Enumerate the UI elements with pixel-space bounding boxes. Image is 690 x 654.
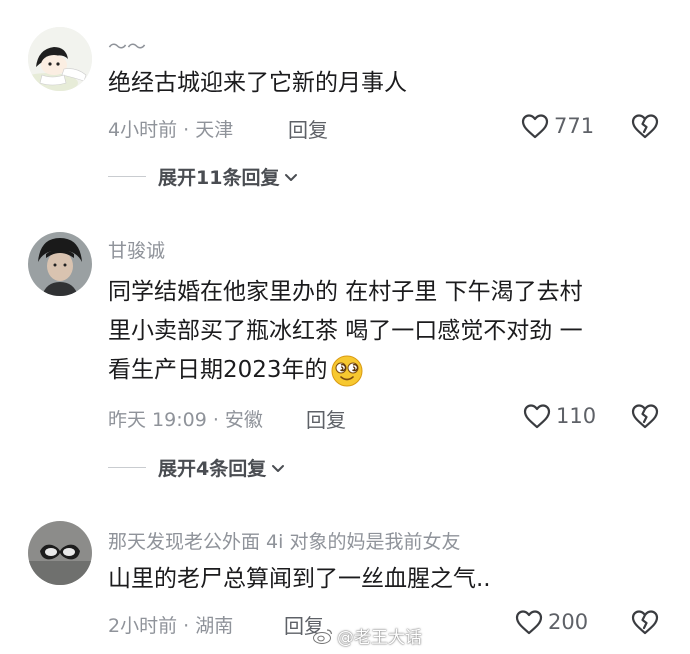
divider: [108, 176, 146, 177]
avatar[interactable]: [28, 232, 92, 296]
like-count: 110: [556, 404, 597, 428]
comment-meta: 昨天 19:09 · 安徽: [108, 409, 263, 431]
broken-heart-icon: [631, 404, 659, 429]
like-button[interactable]: 110: [522, 402, 596, 430]
comment-meta: 4小时前 · 天津: [108, 119, 234, 141]
broken-heart-icon: [631, 114, 659, 139]
expand-replies-label: 展开4条回复: [158, 458, 267, 480]
expand-replies-button[interactable]: 展开11条回复: [108, 163, 300, 190]
weibo-logo-icon: [313, 628, 333, 644]
comment-username[interactable]: ～～: [108, 32, 146, 59]
heart-outline-icon: [515, 610, 543, 635]
expand-replies-label: 展开11条回复: [158, 167, 280, 189]
comment-text: 同学结婚在他家里办的 在村子里 下午渴了去村 里小卖部买了瓶冰红茶 喝了一口感觉…: [108, 275, 668, 388]
dizzy-face-emoji: [331, 355, 363, 386]
heart-outline-icon: [521, 114, 549, 139]
comment-text: 山里的老尸总算闻到了一丝血腥之气..: [108, 566, 491, 592]
like-count: 200: [548, 610, 589, 634]
chevron-down-icon: [285, 173, 298, 181]
comment-text-line: 看生产日期2023年的: [108, 353, 668, 388]
expand-replies-button[interactable]: 展开4条回复: [108, 454, 287, 481]
like-button[interactable]: 771: [520, 112, 594, 140]
comment-text-line: 里小卖部买了瓶冰红茶 喝了一口感觉不对劲 一: [108, 318, 583, 344]
comment-username[interactable]: 那天发现老公外面 4i 对象的妈是我前女友: [108, 527, 460, 554]
reply-button[interactable]: 回复: [306, 404, 346, 433]
avatar[interactable]: [28, 521, 92, 585]
heart-outline-icon: [523, 404, 551, 429]
watermark: @老王大话: [312, 623, 422, 648]
broken-heart-icon: [631, 610, 659, 635]
avatar[interactable]: [28, 27, 92, 91]
dislike-button[interactable]: [630, 608, 660, 640]
like-count: 771: [554, 114, 595, 138]
divider: [108, 467, 146, 468]
comment-text: 绝经古城迎来了它新的月事人: [108, 70, 407, 96]
dislike-button[interactable]: [630, 402, 660, 434]
comment-meta: 2小时前 · 湖南: [108, 615, 234, 637]
watermark-text: @老王大话: [337, 628, 422, 648]
dislike-button[interactable]: [630, 112, 660, 144]
comment-username[interactable]: 甘骏诚: [108, 236, 165, 263]
comment-text-line-content: 看生产日期2023年的: [108, 357, 328, 383]
chevron-down-icon: [272, 464, 285, 472]
reply-button[interactable]: 回复: [288, 114, 328, 143]
like-button[interactable]: 200: [514, 608, 588, 636]
comment-text-line: 同学结婚在他家里办的 在村子里 下午渴了去村: [108, 279, 583, 305]
